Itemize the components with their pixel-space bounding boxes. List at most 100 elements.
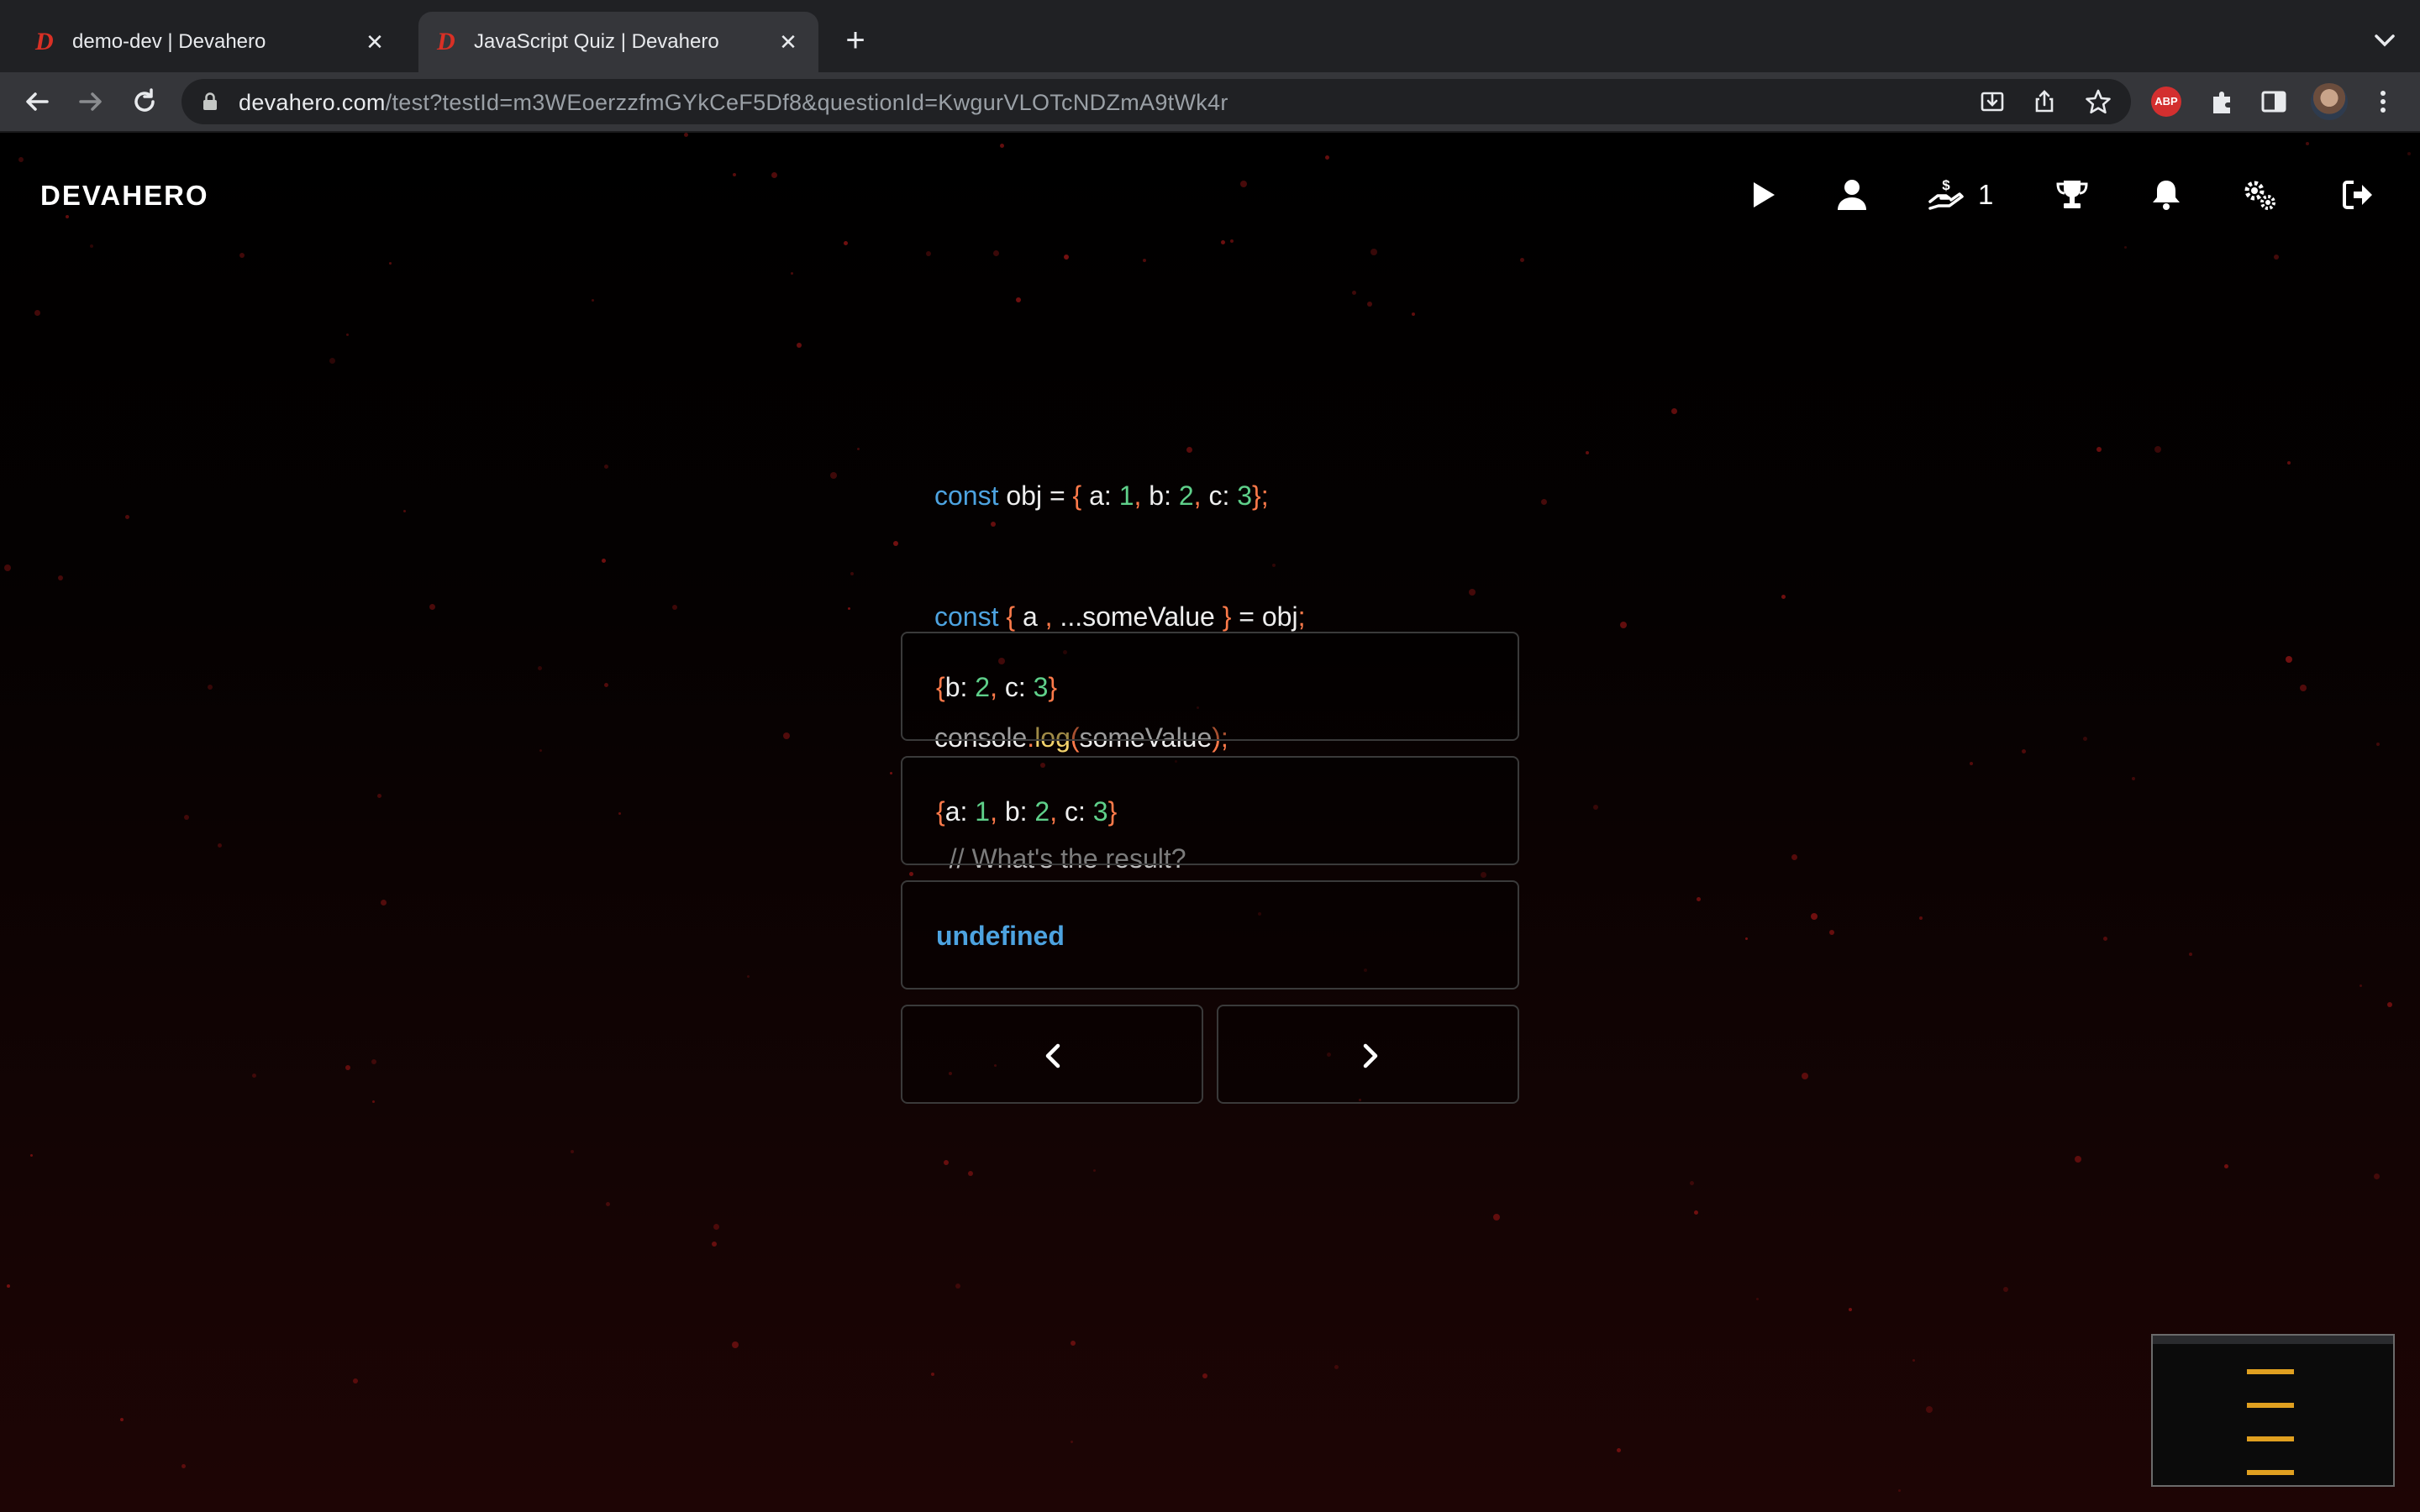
particle-dot <box>712 1242 717 1247</box>
particle-dot <box>539 749 542 752</box>
particle-dot <box>848 607 850 610</box>
code-line-2: const { a , ...someValue } = obj; <box>934 596 1305 637</box>
answer-text: {a: 1, b: 2, c: 3} <box>936 795 1117 828</box>
particle-dot <box>783 732 790 739</box>
url-text[interactable]: devahero.com/test?testId=m3WEoerzzfmGYkC… <box>239 90 1228 115</box>
particle-dot <box>30 1154 33 1157</box>
code-brace: { <box>1072 480 1082 511</box>
particle-dot <box>1202 1373 1207 1378</box>
devahero-logo[interactable]: DEVAHERO <box>40 180 209 212</box>
code-brace: } <box>1107 796 1118 827</box>
code-number: 3 <box>1237 480 1253 511</box>
particle-dot <box>1694 1210 1698 1215</box>
particle-dot <box>1970 762 1973 765</box>
particle-dot <box>1352 291 1356 295</box>
particle-dot <box>4 564 11 571</box>
particle-dot <box>604 465 608 469</box>
tab-title: demo-dev | Devahero <box>72 30 266 53</box>
tab-demo-dev[interactable]: D demo-dev | Devahero ✕ <box>17 12 405 72</box>
lock-icon[interactable] <box>202 92 218 111</box>
answer-option-2[interactable]: {a: 1, b: 2, c: 3} <box>901 756 1519 865</box>
particle-dot <box>66 215 69 218</box>
particle-dot <box>2124 246 2127 249</box>
code-brace: } <box>1252 480 1261 511</box>
particle-dot <box>2154 446 2161 453</box>
particle-dot <box>955 1284 960 1289</box>
particle-dot <box>890 772 892 774</box>
code-text: obj = <box>998 480 1073 511</box>
particle-dot <box>1849 1308 1852 1311</box>
particle-dot <box>125 515 129 519</box>
particle-dot <box>1912 1359 1915 1362</box>
thumbnail-titlebar <box>2153 1336 2393 1344</box>
address-bar[interactable]: devahero.com/test?testId=m3WEoerzzfmGYkC… <box>182 79 2131 124</box>
previous-button[interactable] <box>901 1005 1203 1104</box>
particle-dot <box>1802 1073 1808 1079</box>
particle-dot <box>1334 1365 1339 1369</box>
bookmark-star-icon[interactable] <box>2084 87 2112 116</box>
user-icon[interactable] <box>1833 176 1870 213</box>
particle-dot <box>1617 1448 1621 1452</box>
menu-icon[interactable] <box>2365 83 2402 120</box>
particle-dot <box>2374 1173 2380 1179</box>
particle-dot <box>1520 258 1524 262</box>
particle-dot <box>218 843 222 848</box>
close-tab-icon[interactable]: ✕ <box>773 27 803 57</box>
code-number: 2 <box>975 672 991 702</box>
particle-dot <box>182 1464 186 1468</box>
particle-dot <box>931 1373 934 1376</box>
sidepanel-icon[interactable] <box>2255 83 2292 120</box>
code-brace: } <box>1048 672 1058 702</box>
bell-icon[interactable] <box>2148 176 2185 213</box>
code-text: a: <box>944 796 976 827</box>
particle-dot <box>893 541 898 546</box>
particle-dot <box>1093 1169 1096 1172</box>
extensions-icon[interactable] <box>2205 83 2242 120</box>
new-tab-button[interactable]: + <box>835 22 876 62</box>
settings-icon[interactable] <box>2242 176 2279 213</box>
particle-dot <box>944 1160 949 1165</box>
particle-dot <box>2287 461 2291 465</box>
tab-javascript-quiz[interactable]: D JavaScript Quiz | Devahero ✕ <box>418 12 818 72</box>
play-icon[interactable] <box>1744 176 1781 213</box>
particle-dot <box>7 1284 10 1288</box>
particle-dot <box>2300 685 2307 691</box>
tab-title: JavaScript Quiz | Devahero <box>474 30 719 53</box>
particle-dot <box>733 173 736 176</box>
particle-dot <box>1071 1441 1073 1443</box>
install-icon[interactable] <box>1978 87 2007 116</box>
close-tab-icon[interactable]: ✕ <box>360 27 390 57</box>
particle-dot <box>2075 1156 2081 1163</box>
particle-dot <box>1221 240 1225 244</box>
thumbnail-bar <box>2247 1403 2294 1408</box>
code-text: c: <box>1057 796 1093 827</box>
particle-dot <box>2096 447 2102 452</box>
particle-dot <box>346 333 349 336</box>
particle-dot <box>2387 1002 2392 1007</box>
particle-dot <box>1586 451 1589 454</box>
profile-avatar[interactable] <box>2311 83 2348 120</box>
logout-icon[interactable] <box>2339 176 2376 213</box>
answer-option-3[interactable]: undefined <box>901 880 1519 990</box>
tab-search-chevron-icon[interactable] <box>2368 24 2402 57</box>
coin-hand-icon[interactable]: $ <box>1928 176 1965 213</box>
code-number: 2 <box>1178 480 1194 511</box>
trophy-icon[interactable] <box>2054 176 2091 213</box>
particle-dot <box>1697 897 1701 901</box>
quiz-page: DEVAHERO $ 1 const obj = { a: 1, b: 2, c… <box>0 133 2420 1512</box>
answer-text: undefined <box>936 921 1065 951</box>
reload-icon[interactable] <box>126 83 163 120</box>
adblock-icon[interactable]: ABP <box>2151 87 2181 117</box>
devahero-favicon: D <box>437 28 455 55</box>
particle-dot <box>830 472 837 479</box>
share-icon[interactable] <box>2030 87 2059 116</box>
screen-preview-thumbnail[interactable] <box>2151 1334 2395 1487</box>
forward-icon[interactable] <box>72 83 109 120</box>
particle-dot <box>372 1100 375 1103</box>
back-icon[interactable] <box>18 83 55 120</box>
next-button[interactable] <box>1217 1005 1519 1104</box>
answer-option-1[interactable]: {b: 2, c: 3} <box>901 632 1519 741</box>
particle-dot <box>1690 1181 1694 1185</box>
particle-dot <box>1240 181 1247 187</box>
particle-dot <box>797 343 802 348</box>
